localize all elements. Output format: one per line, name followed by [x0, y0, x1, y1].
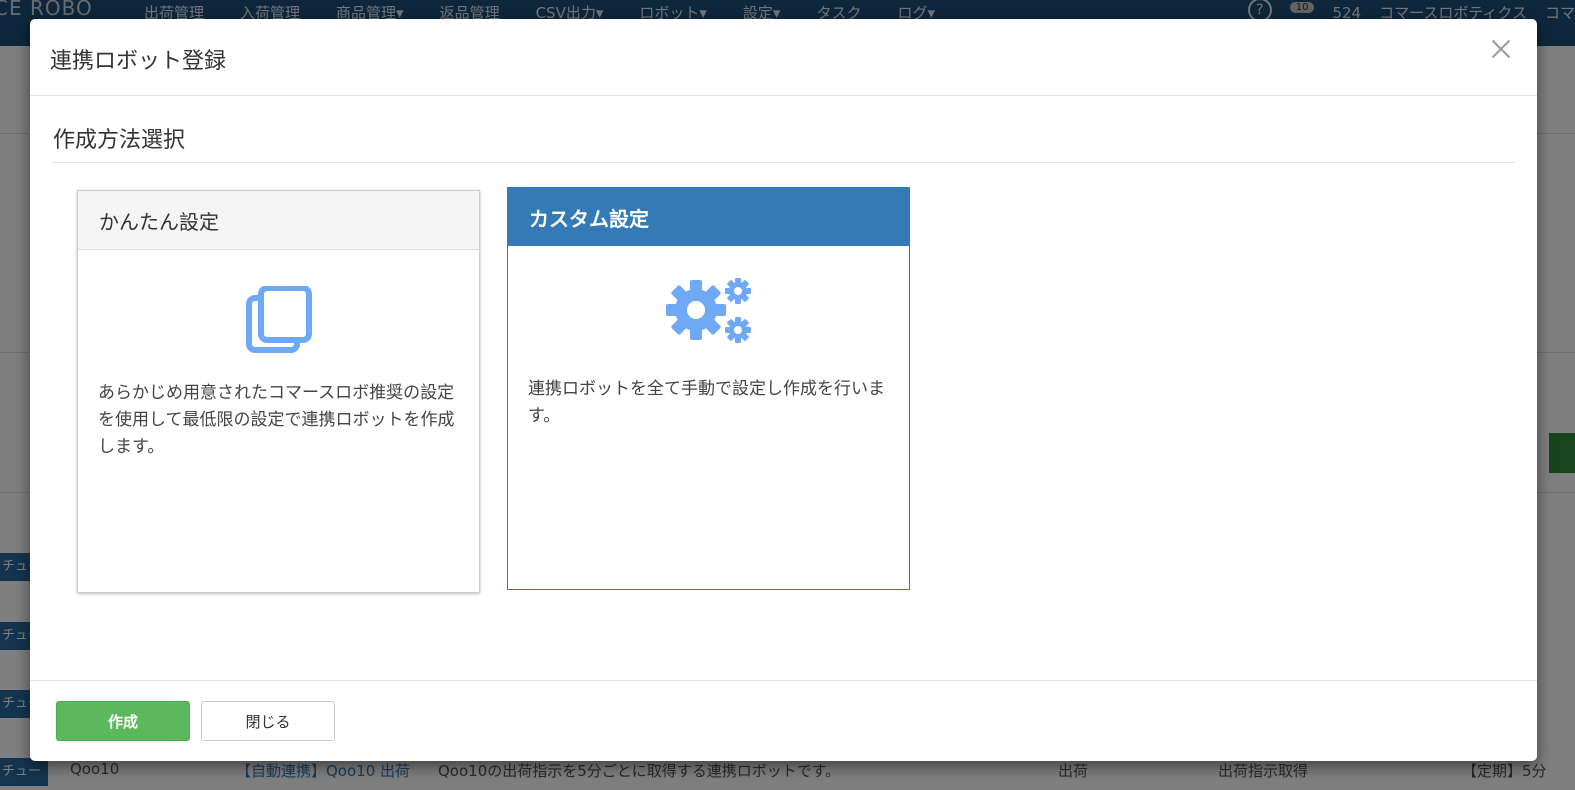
card-title: かんたん設定 — [78, 191, 479, 250]
close-icon[interactable] — [1487, 35, 1515, 63]
gears-icon — [508, 275, 909, 345]
easy-setup-card[interactable]: かんたん設定 あらかじめ用意されたコマースロボ推奨の設定を使用して最低限の設定で… — [77, 190, 480, 593]
card-description: 連携ロボットを全て手動で設定し作成を行います。 — [528, 379, 885, 426]
close-button[interactable]: 閉じる — [201, 701, 335, 741]
modal-header: 連携ロボット登録 — [30, 19, 1537, 96]
modal-title: 連携ロボット登録 — [50, 49, 227, 74]
card-description: あらかじめ用意されたコマースロボ推奨の設定を使用して最低限の設定で連携ロボットを… — [98, 383, 455, 457]
card-title: カスタム設定 — [508, 188, 909, 246]
copy-icon — [78, 286, 479, 354]
robot-register-modal: 連携ロボット登録 作成方法選択 かんたん設定 あらかじめ用意されたコマースロボ推… — [30, 19, 1537, 761]
create-button[interactable]: 作成 — [56, 701, 190, 741]
section-title: 作成方法選択 — [53, 128, 186, 153]
section-divider — [52, 162, 1515, 163]
modal-footer: 作成 閉じる — [30, 680, 1537, 761]
custom-setup-card[interactable]: カスタム設定 連携ロボットを全て手動で設定し作成を行います。 — [507, 187, 910, 590]
